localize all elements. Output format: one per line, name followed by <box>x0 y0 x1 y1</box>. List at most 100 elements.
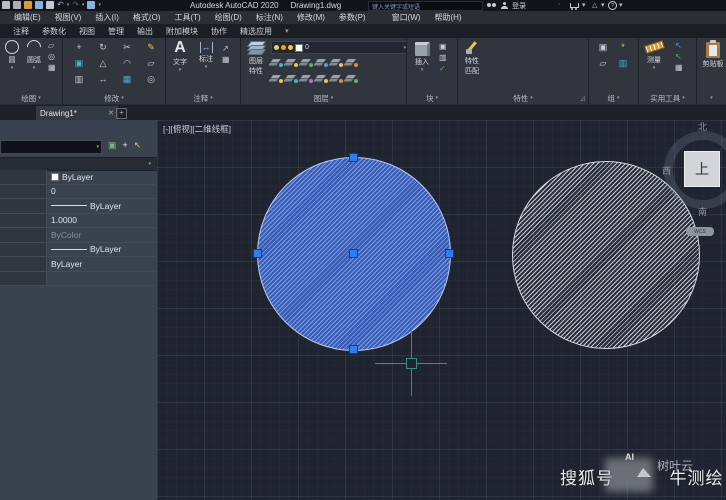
viewcube[interactable]: 北 西 南 上 WCS <box>662 120 726 245</box>
erase-icon[interactable]: ✎ <box>139 40 163 56</box>
trim-icon[interactable]: ✂ <box>115 40 139 56</box>
qat-dropdown-icon[interactable]: ▾ <box>98 2 101 8</box>
help-icon[interactable]: ? <box>608 1 617 10</box>
property-row-lineweight[interactable]: ByLayer <box>0 243 157 258</box>
table-icon[interactable]: ▦ <box>222 55 230 64</box>
property-row-color[interactable]: ByLayer <box>0 170 157 185</box>
group-edit-icon[interactable]: ▥ <box>613 56 633 72</box>
explode-icon[interactable]: ▱ <box>139 56 163 72</box>
ungroup-icon[interactable]: ▱ <box>593 56 613 72</box>
tab-close-icon[interactable]: ✕ <box>108 109 114 117</box>
grip-east[interactable] <box>445 249 454 258</box>
menu-item-insert[interactable]: 插入(I) <box>95 12 119 23</box>
select-objects-icon[interactable]: + <box>123 140 128 151</box>
save-as-icon[interactable] <box>13 1 21 9</box>
fillet-icon[interactable]: ◠ <box>115 56 139 72</box>
tab-annotate[interactable]: 注释 <box>13 26 29 37</box>
tab-collaborate[interactable]: 协作 <box>211 26 227 37</box>
rotate-icon[interactable]: ↻ <box>91 40 115 56</box>
viewcube-top-face[interactable]: 上 <box>684 151 720 187</box>
property-row-linetype-scale[interactable]: 1.0000 <box>0 214 157 229</box>
panel-label-properties[interactable]: 特性 ▾ ◿ <box>458 92 588 104</box>
viewport-controls[interactable]: [-][俯视][二维线框] <box>163 123 231 135</box>
copy-icon[interactable]: ▣ <box>67 56 91 72</box>
grip-center[interactable] <box>349 249 358 258</box>
viewcube-west[interactable]: 西 <box>662 164 671 177</box>
layer-tool-icon[interactable] <box>271 58 282 66</box>
layer-tool-icon[interactable] <box>301 74 312 82</box>
tab-featured-apps[interactable]: 精选应用 <box>240 26 272 37</box>
grip-south[interactable] <box>349 345 358 354</box>
wcs-button[interactable]: WCS <box>686 227 714 236</box>
quick-select-icon[interactable]: ↖ <box>134 140 142 151</box>
scale-icon[interactable]: ↔ <box>91 72 115 88</box>
panel-label-modify[interactable]: 修改 ▾ <box>63 92 165 104</box>
tab-parametric[interactable]: 参数化 <box>42 26 66 37</box>
menu-item-modify[interactable]: 修改(M) <box>297 12 325 23</box>
undo-icon[interactable]: ↶ <box>57 1 64 9</box>
redo-dropdown-icon[interactable]: ▾ <box>82 2 85 8</box>
category-header[interactable]: ▾ <box>0 157 157 171</box>
offset-icon[interactable]: ◎ <box>139 72 163 88</box>
hatch-icon[interactable]: ▦ <box>48 63 56 72</box>
search-input[interactable]: 键入关键字或短语 <box>368 1 483 11</box>
grip-west[interactable] <box>253 249 262 258</box>
menu-item-window[interactable]: 窗口(W) <box>392 12 421 23</box>
edit-block-icon[interactable]: ▥ <box>439 53 447 62</box>
layer-tool-icon[interactable] <box>271 74 282 82</box>
sign-in-button[interactable]: 登录 <box>512 1 526 11</box>
layer-tool-icon[interactable] <box>316 58 327 66</box>
redo-icon[interactable]: ↷ <box>72 1 79 9</box>
panel-label-draw[interactable]: 绘图 ▾ <box>0 92 62 104</box>
menu-item-dimension[interactable]: 标注(N) <box>256 12 283 23</box>
insert-block-button[interactable]: 插入 ▾ <box>410 42 434 73</box>
new-drawing-icon[interactable] <box>87 1 95 9</box>
layer-tool-icon[interactable] <box>346 58 357 66</box>
viewcube-south[interactable]: 南 <box>698 205 707 218</box>
print-icon[interactable] <box>46 1 54 9</box>
property-row-layer[interactable]: 0 <box>0 185 157 200</box>
panel-label-block[interactable]: 块 ▾ <box>407 92 457 104</box>
tab-output[interactable]: 输出 <box>137 26 153 37</box>
open-folder-icon[interactable] <box>24 1 32 9</box>
layer-select-combo[interactable]: 0 ▾ <box>271 41 409 54</box>
panel-label-utilities[interactable]: 实用工具 ▾ <box>639 92 696 104</box>
move-icon[interactable]: + <box>67 40 91 56</box>
create-block-icon[interactable]: ▣ <box>439 42 447 51</box>
ellipse-icon[interactable]: ◎ <box>48 52 56 61</box>
tab-addins[interactable]: 附加模块 <box>166 26 198 37</box>
attribute-check-icon[interactable]: ✓ <box>439 64 447 73</box>
circle-button[interactable]: 圆 ▾ <box>0 40 24 71</box>
layer-tool-icon[interactable] <box>286 58 297 66</box>
panel-label-clipboard[interactable]: ▾ <box>697 92 726 104</box>
paste-button[interactable]: 剪贴板 <box>701 42 725 69</box>
mirror-icon[interactable]: △ <box>91 56 115 72</box>
search-binoculars-icon[interactable] <box>487 3 491 7</box>
leader-icon[interactable]: ↗ <box>222 44 230 53</box>
app-store-cart-icon[interactable] <box>570 3 579 8</box>
ribbon-options-icon[interactable]: ▾ <box>285 27 289 35</box>
object-type-select[interactable]: ▾ <box>0 140 102 154</box>
group-star-icon[interactable]: * <box>613 40 633 56</box>
calculator-icon[interactable]: ▦ <box>675 63 683 72</box>
alert-dropdown-icon[interactable]: ▾ <box>601 1 605 9</box>
layer-tool-icon[interactable] <box>286 74 297 82</box>
model-canvas[interactable]: [-][俯视][二维线框] 北 西 南 上 WCS AI 树叶云 搜狐号 <box>157 120 726 500</box>
layer-tool-icon[interactable] <box>346 74 357 82</box>
select-all-icon[interactable]: ↖ <box>675 52 683 61</box>
menu-item-edit[interactable]: 编辑(E) <box>14 12 41 23</box>
menu-item-view[interactable]: 视图(V) <box>55 12 82 23</box>
array-icon[interactable]: ▦ <box>115 72 139 88</box>
new-tab-button[interactable]: + <box>116 108 127 119</box>
quick-select-icon[interactable]: ↖ <box>675 41 683 50</box>
arc-button[interactable]: 圆弧 ▾ <box>22 40 46 71</box>
layer-properties-button[interactable]: 图层 特性 <box>243 41 269 76</box>
property-row-linetype[interactable]: ByLayer <box>0 199 157 214</box>
cart-dropdown-icon[interactable]: ▾ <box>582 1 586 9</box>
tab-manage[interactable]: 管理 <box>108 26 124 37</box>
panel-label-layers[interactable]: 图层 ▾ <box>241 92 406 104</box>
plot-icon[interactable] <box>35 1 43 9</box>
drawing-tab[interactable]: Drawing1* ✕ <box>36 106 118 120</box>
undo-dropdown-icon[interactable]: ▾ <box>67 2 70 8</box>
save-icon[interactable] <box>2 1 10 9</box>
